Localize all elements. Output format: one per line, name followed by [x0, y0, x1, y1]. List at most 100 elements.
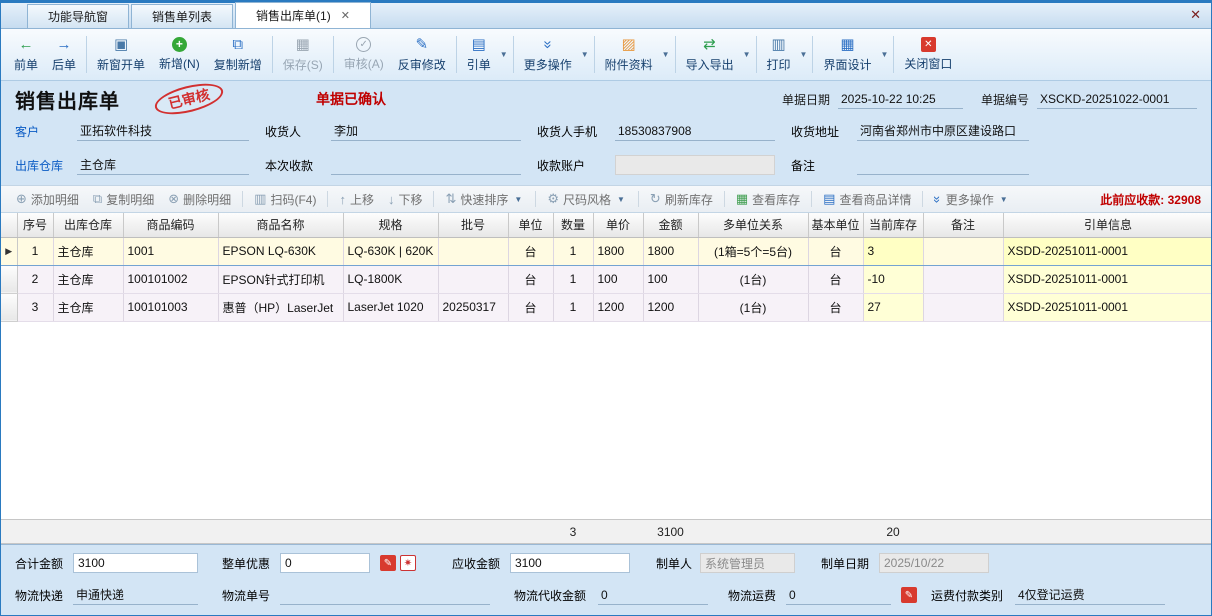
freight-type-field[interactable]	[1015, 585, 1165, 605]
table-row[interactable]: 3主仓库100101003惠普（HP）LaserJetLaserJet 1020…	[1, 293, 1211, 321]
next-order-button[interactable]: → 后单	[45, 31, 83, 78]
move-down-button[interactable]: ↓ 下移	[383, 189, 428, 210]
tab-close-icon[interactable]: ✕	[341, 9, 350, 22]
copy-detail-button[interactable]: ⧉ 复制明细	[88, 189, 159, 210]
table-cell[interactable]: 27	[863, 293, 923, 321]
cod-field[interactable]	[598, 585, 708, 605]
add-detail-button[interactable]: ⊕ 添加明细	[11, 189, 84, 210]
table-cell[interactable]: 1800	[643, 237, 698, 265]
table-cell[interactable]: 主仓库	[53, 237, 123, 265]
table-cell[interactable]: 1001	[123, 237, 218, 265]
column-header[interactable]: 数量	[553, 213, 593, 237]
column-header[interactable]: 备注	[923, 213, 1003, 237]
column-header[interactable]: 商品编码	[123, 213, 218, 237]
table-cell[interactable]: LaserJet 1020	[343, 293, 438, 321]
document-date-field[interactable]	[838, 89, 963, 109]
discount-stamp-icon[interactable]: ✷	[400, 555, 416, 571]
column-header[interactable]: 基本单位	[808, 213, 863, 237]
table-cell[interactable]: EPSON针式打印机	[218, 265, 343, 293]
freight-field[interactable]	[786, 585, 891, 605]
tab-sales-list[interactable]: 销售单列表	[131, 4, 233, 28]
table-cell[interactable]: 100101003	[123, 293, 218, 321]
remark-field[interactable]	[857, 155, 1029, 175]
size-style-button[interactable]: ⚙ 尺码风格 ▼	[542, 189, 632, 210]
tracking-field[interactable]	[280, 585, 490, 605]
table-cell[interactable]: 1200	[643, 293, 698, 321]
table-cell[interactable]: 1800	[593, 237, 643, 265]
table-cell[interactable]: 3	[863, 237, 923, 265]
payment-field[interactable]	[331, 155, 521, 175]
table-cell[interactable]: LQ-1800K	[343, 265, 438, 293]
table-cell[interactable]: 1200	[593, 293, 643, 321]
table-cell[interactable]: 20250317	[438, 293, 508, 321]
discount-edit-icon[interactable]: ✎	[380, 555, 396, 571]
new-window-order-button[interactable]: ▣ 新窗开单	[90, 31, 152, 78]
view-stock-button[interactable]: ▦ 查看库存	[731, 189, 805, 210]
save-button[interactable]: ▦ 保存(S)	[276, 31, 330, 78]
column-header[interactable]: 规格	[343, 213, 438, 237]
move-up-button[interactable]: ↑ 上移	[334, 189, 379, 210]
column-header[interactable]: 单价	[593, 213, 643, 237]
table-cell[interactable]: 1	[553, 237, 593, 265]
import-export-button[interactable]: ⇄ 导入导出	[679, 31, 741, 78]
table-cell[interactable]: XSDD-20251011-0001	[1003, 237, 1211, 265]
table-cell[interactable]: 1	[553, 293, 593, 321]
table-cell[interactable]: 主仓库	[53, 265, 123, 293]
pull-order-button[interactable]: ▤ 引单	[460, 31, 498, 78]
table-cell[interactable]: 主仓库	[53, 293, 123, 321]
table-row[interactable]: 2主仓库100101002EPSON针式打印机LQ-1800K台1100100(…	[1, 265, 1211, 293]
table-cell[interactable]: XSDD-20251011-0001	[1003, 293, 1211, 321]
close-window-button[interactable]: ✕ 关闭窗口	[897, 31, 959, 78]
column-header[interactable]: 序号	[17, 213, 53, 237]
table-cell[interactable]: LQ-630K | 620K	[343, 237, 438, 265]
table-cell[interactable]: (1台)	[698, 293, 808, 321]
grid-empty-space[interactable]	[1, 322, 1211, 520]
chevron-down-icon[interactable]: ▼	[798, 50, 810, 59]
tab-sales-outbound[interactable]: 销售出库单(1) ✕	[235, 2, 371, 28]
table-cell[interactable]: -10	[863, 265, 923, 293]
warehouse-label[interactable]: 出库仓库	[15, 157, 77, 174]
table-cell[interactable]: 1	[17, 237, 53, 265]
column-header[interactable]: 批号	[438, 213, 508, 237]
table-row[interactable]: ▶1主仓库1001EPSON LQ-630KLQ-630K | 620K台118…	[1, 237, 1211, 265]
table-cell[interactable]: 2	[17, 265, 53, 293]
tab-navigation[interactable]: 功能导航窗	[27, 4, 129, 28]
chevron-down-icon[interactable]: ▼	[579, 50, 591, 59]
chevron-down-icon[interactable]: ▼	[498, 50, 510, 59]
window-close-icon[interactable]: ✕	[1190, 7, 1201, 23]
table-cell[interactable]: (1箱=5个=5台)	[698, 237, 808, 265]
prev-order-button[interactable]: ← 前单	[7, 31, 45, 78]
customer-label[interactable]: 客户	[15, 123, 77, 140]
table-cell[interactable]	[923, 293, 1003, 321]
column-header[interactable]: 商品名称	[218, 213, 343, 237]
logistics-field[interactable]	[73, 585, 198, 605]
table-cell[interactable]: 100101002	[123, 265, 218, 293]
more-operations-button[interactable]: » 更多操作	[517, 31, 579, 78]
table-cell[interactable]	[438, 265, 508, 293]
delete-detail-button[interactable]: ⊗ 删除明细	[163, 189, 236, 210]
detail-more-operations-button[interactable]: » 更多操作 ▼	[929, 189, 1014, 210]
table-cell[interactable]: EPSON LQ-630K	[218, 237, 343, 265]
document-number-field[interactable]	[1037, 89, 1197, 109]
table-cell[interactable]: (1台)	[698, 265, 808, 293]
table-cell[interactable]: 1	[553, 265, 593, 293]
chevron-down-icon[interactable]: ▼	[660, 50, 672, 59]
table-cell[interactable]	[438, 237, 508, 265]
quick-sort-button[interactable]: ⇅ 快速排序 ▼	[440, 189, 529, 210]
scan-button[interactable]: ▥ 扫码(F4)	[249, 189, 321, 210]
warehouse-field[interactable]	[77, 155, 249, 175]
reverse-audit-button[interactable]: ✎ 反审修改	[391, 31, 453, 78]
table-cell[interactable]: 3	[17, 293, 53, 321]
copy-new-button[interactable]: ⧉ 复制新增	[207, 31, 269, 78]
table-cell[interactable]: 100	[593, 265, 643, 293]
total-amount-field[interactable]	[73, 553, 198, 573]
audit-button[interactable]: ✓ 审核(A)	[337, 31, 391, 78]
chevron-down-icon[interactable]: ▼	[741, 50, 753, 59]
column-header[interactable]: 单位	[508, 213, 553, 237]
refresh-stock-button[interactable]: ↻ 刷新库存	[645, 189, 718, 210]
freight-edit-icon[interactable]: ✎	[901, 587, 917, 603]
account-field[interactable]	[615, 155, 775, 175]
new-button[interactable]: + 新增(N)	[152, 31, 207, 78]
table-cell[interactable]: 台	[508, 237, 553, 265]
table-cell[interactable]: 惠普（HP）LaserJet	[218, 293, 343, 321]
